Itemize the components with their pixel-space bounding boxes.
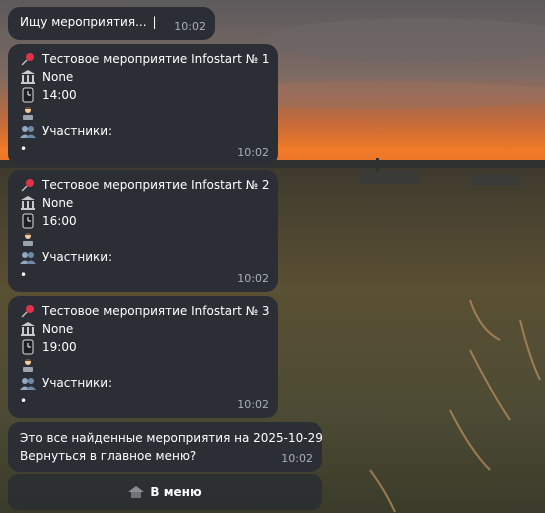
menu-button-label: В меню	[150, 485, 202, 499]
event-venue: None	[42, 70, 74, 84]
event-title: Тестовое мероприятие Infostart № 1	[42, 52, 270, 66]
house-icon	[128, 486, 145, 498]
clock-icon	[20, 213, 38, 229]
message-time: 10:02	[281, 452, 313, 465]
event-card-2: Тестовое мероприятие Infostart № 2 None …	[8, 170, 278, 292]
busts-icon	[20, 375, 38, 391]
event-time: 19:00	[42, 340, 77, 354]
menu-button[interactable]: В меню	[8, 474, 322, 510]
busts-icon	[20, 249, 38, 265]
pushpin-icon	[20, 51, 38, 67]
participants-label: Участники:	[42, 376, 113, 390]
search-status-message: Ищу мероприятия... | 10:02	[8, 7, 215, 40]
message-time: 10:02	[174, 20, 206, 33]
message-time: 10:02	[237, 146, 269, 159]
clock-icon	[20, 87, 38, 103]
busts-icon	[20, 123, 38, 139]
event-title: Тестовое мероприятие Infostart № 2	[42, 178, 270, 192]
summary-message: Это все найденные мероприятия на 2025-10…	[8, 422, 323, 472]
event-time: 16:00	[42, 214, 77, 228]
participants-label: Участники:	[42, 250, 113, 264]
participant-bullet: •	[20, 394, 28, 408]
classical-building-icon	[20, 195, 38, 211]
participants-label: Участники:	[42, 124, 113, 138]
classical-building-icon	[20, 69, 38, 85]
text-cursor: |	[152, 15, 157, 29]
summary-line-1: Это все найденные мероприятия на 2025-10…	[20, 431, 323, 445]
person-at-laptop-icon	[20, 231, 38, 247]
pushpin-icon	[20, 303, 38, 319]
pushpin-icon	[20, 177, 38, 193]
participant-bullet: •	[20, 142, 28, 156]
event-venue: None	[42, 322, 74, 336]
participant-bullet: •	[20, 268, 28, 282]
event-time: 14:00	[42, 88, 77, 102]
message-time: 10:02	[237, 272, 269, 285]
classical-building-icon	[20, 321, 38, 337]
event-card-1: Тестовое мероприятие Infostart № 1 None …	[8, 44, 278, 166]
person-at-laptop-icon	[20, 357, 38, 373]
clock-icon	[20, 339, 38, 355]
event-venue: None	[42, 196, 74, 210]
summary-line-2: Вернуться в главное меню?	[20, 449, 197, 463]
person-at-laptop-icon	[20, 105, 38, 121]
message-time: 10:02	[237, 398, 269, 411]
search-status-text: Ищу мероприятия...	[20, 15, 147, 29]
event-card-3: Тестовое мероприятие Infostart № 3 None …	[8, 296, 278, 418]
event-title: Тестовое мероприятие Infostart № 3	[42, 304, 270, 318]
